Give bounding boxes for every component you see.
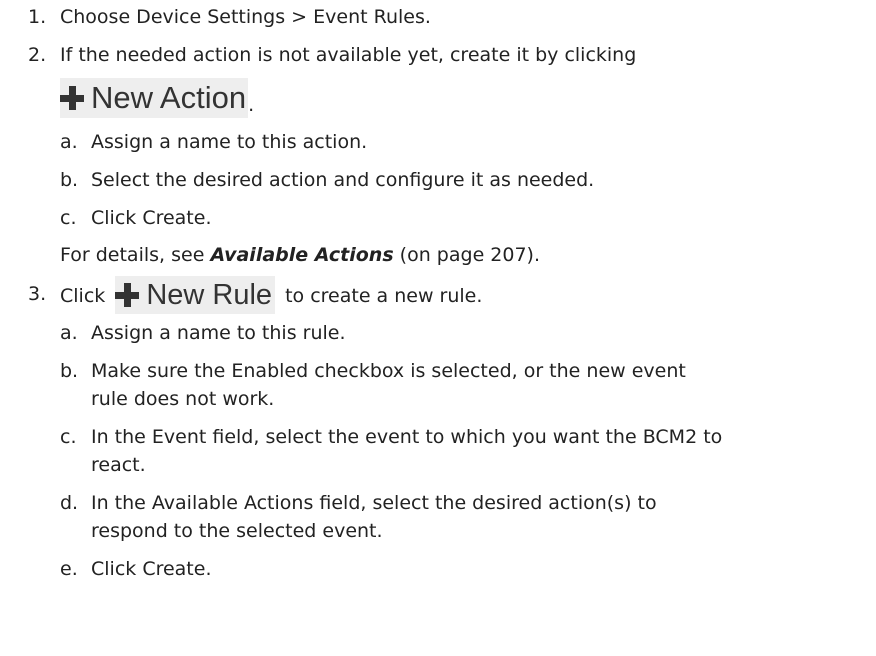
step-3c-letter: c. [60, 426, 77, 448]
new-rule-button[interactable]: New Rule [115, 275, 276, 314]
step-3c-text-line-2: react. [91, 454, 146, 476]
step-3e-letter: e. [60, 558, 78, 580]
new-action-button[interactable]: New Action [60, 77, 249, 118]
step-2-note: For details, see Available Actions (on p… [60, 243, 540, 267]
step-3-text-after: to create a new rule. [285, 285, 483, 307]
new-rule-button-label: New Rule [146, 278, 273, 311]
step-3-text-before: Click [60, 285, 106, 307]
step-3-row: Click New Rule to create a new rule. [60, 274, 482, 316]
step-3-number: 3. [28, 283, 47, 305]
step-2c-letter: c. [60, 207, 77, 229]
step-2-number: 2. [28, 44, 47, 66]
step-2a-letter: a. [60, 131, 78, 153]
step-1-text: Choose Device Settings > Event Rules. [60, 6, 431, 28]
step-3b-text-line-2: rule does not work. [91, 388, 275, 410]
available-actions-link[interactable]: Available Actions [210, 244, 393, 266]
step-2b-letter: b. [60, 169, 79, 191]
step-3d-text-line-1: In the Available Actions field, select t… [91, 492, 657, 514]
new-action-button-label: New Action [91, 79, 247, 115]
step-2b-text: Select the desired action and configure … [91, 169, 595, 191]
plus-icon [60, 85, 84, 110]
step-3b-letter: b. [60, 360, 79, 382]
step-3e-text: Click Create. [91, 558, 212, 580]
step-2-note-suffix: (on page 207). [393, 244, 541, 266]
step-3c-text-line-1: In the Event field, select the event to … [91, 426, 723, 448]
step-2-note-prefix: For details, see [60, 244, 211, 266]
step-2c-text: Click Create. [91, 207, 212, 229]
step-2a-text: Assign a name to this action. [91, 131, 368, 153]
step-3d-text-line-2: respond to the selected event. [91, 520, 383, 542]
plus-icon [115, 282, 140, 307]
step-3a-text: Assign a name to this rule. [91, 322, 346, 344]
new-action-row: New Action . [60, 77, 254, 125]
step-3d-letter: d. [60, 492, 79, 514]
step-2-text: If the needed action is not available ye… [60, 44, 637, 66]
step-3b-text-line-1: Make sure the Enabled checkbox is select… [91, 360, 686, 382]
step-1-number: 1. [28, 6, 47, 28]
step-3a-letter: a. [60, 322, 78, 344]
new-action-period: . [248, 94, 255, 116]
